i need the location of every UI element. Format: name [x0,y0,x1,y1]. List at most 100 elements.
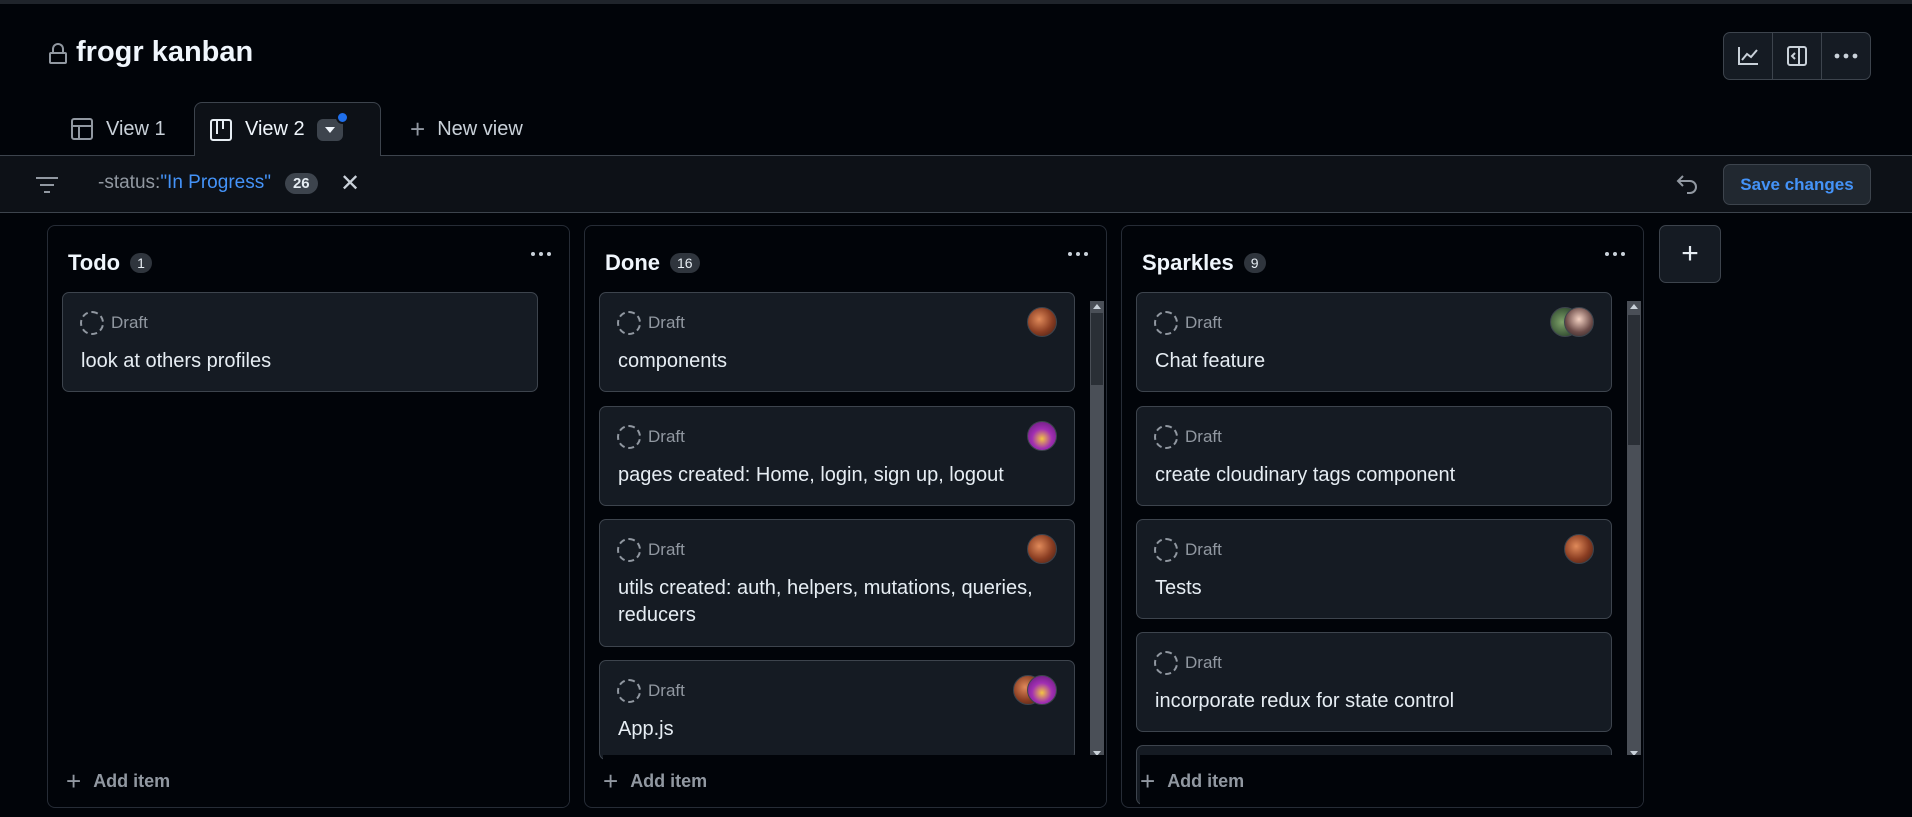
card-status: Draft [617,538,685,562]
board-card[interactable]: Draft incorporate redux for state contro… [1136,632,1612,732]
column-title: Sparkles [1142,250,1234,275]
column-header: Todo 1 [68,250,152,276]
table-icon [71,118,93,140]
lock-icon [48,42,68,64]
add-item-label: Add item [630,770,708,791]
column-scrollbar[interactable] [1090,301,1104,759]
assignee-avatar[interactable] [1564,534,1594,564]
tab-view-2[interactable]: View 2 [194,102,381,157]
card-title[interactable]: pages created: Home, login, sign up, log… [618,462,1058,489]
save-changes-button[interactable]: Save changes [1723,164,1871,205]
card-title[interactable]: App.js [618,716,1058,743]
draft-icon [1154,651,1178,675]
card-status: Draft [1154,651,1222,675]
toggle-sidepanel-button[interactable] [1773,33,1822,79]
board-column-sparkles: Sparkles 9 Draft Chat feature Draft crea… [1121,225,1644,808]
tab-label: New view [437,117,523,140]
card-status-label: Draft [1185,540,1222,559]
scroll-up-arrow-icon[interactable] [1630,304,1638,309]
card-status-label: Draft [1185,427,1222,446]
discard-changes-icon[interactable] [1675,172,1699,194]
draft-icon [617,425,641,449]
draft-icon [1154,311,1178,335]
insights-button[interactable] [1724,33,1773,79]
assignee-avatar[interactable] [1027,675,1057,705]
scrollbar-thumb[interactable] [1628,315,1640,445]
filter-prefix: -status: [98,172,161,193]
card-status-label: Draft [1185,313,1222,332]
card-title[interactable]: create cloudinary tags component [1155,462,1595,489]
tab-label: View 2 [245,118,305,140]
card-status-label: Draft [1185,653,1222,672]
chevron-down-icon [324,126,335,133]
card-status: Draft [617,679,685,703]
board-column-done: Done 16 Draft components Draft pages cre… [584,225,1107,808]
plus-icon: + [1140,766,1156,796]
filter-query-input[interactable]: -status: "In Progress" 26 [98,172,318,194]
add-item-button[interactable]: + Add item [66,755,569,807]
assignee-avatar[interactable] [1027,421,1057,451]
more-options-button[interactable] [1822,33,1870,79]
add-item-label: Add item [93,770,171,791]
column-count: 16 [670,253,700,273]
column-title: Todo [68,250,121,275]
filter-value: "In Progress" [160,172,271,193]
draft-icon [617,538,641,562]
card-title[interactable]: Chat feature [1155,348,1595,375]
board-card[interactable]: Draft pages created: Home, login, sign u… [599,406,1075,506]
draft-icon [80,311,104,335]
add-item-button[interactable]: + Add item [603,755,1106,807]
scroll-up-arrow-icon[interactable] [1093,304,1101,309]
tab-label: View 1 [106,117,166,140]
board-card[interactable]: Draft Tests [1136,519,1612,619]
clear-filter-icon[interactable]: ✕ [340,172,360,196]
plus-icon: + [603,766,619,796]
draft-icon [1154,425,1178,449]
card-status-label: Draft [648,313,685,332]
kebab-horizontal-icon [1834,53,1858,59]
card-title[interactable]: incorporate redux for state control [1155,688,1595,715]
assignee-avatar[interactable] [1027,534,1057,564]
card-status-label: Draft [111,313,148,332]
board-card[interactable]: Draft utils created: auth, helpers, muta… [599,519,1075,647]
tab-view-1[interactable]: View 1 [56,102,180,156]
filter-result-count: 26 [284,172,318,194]
card-status: Draft [617,425,685,449]
card-status: Draft [1154,538,1222,562]
board-card[interactable]: Draft create cloudinary tags component [1136,406,1612,506]
view-tabs: View 1 View 2 + New view [0,102,1912,157]
board-card[interactable]: Draft components [599,292,1075,392]
column-menu-icon[interactable] [531,252,551,256]
column-scrollbar[interactable] [1627,301,1641,759]
project-title-group: frogr kanban [48,36,253,69]
graph-icon [1738,47,1758,65]
card-title[interactable]: utils created: auth, helpers, mutations,… [618,575,1058,629]
board-icon [210,118,232,141]
column-header: Done 16 [605,250,700,276]
card-status: Draft [1154,425,1222,449]
add-item-button[interactable]: + Add item [1140,755,1643,807]
add-item-label: Add item [1167,770,1245,791]
filter-icon[interactable] [35,176,59,194]
column-menu-icon[interactable] [1605,252,1625,256]
board-card[interactable]: Draft Chat feature [1136,292,1612,392]
scrollbar-thumb[interactable] [1091,313,1103,385]
plus-icon: + [1681,237,1699,270]
add-column-button[interactable]: + [1659,225,1721,283]
card-status: Draft [80,311,148,335]
card-title[interactable]: components [618,348,1058,375]
new-view-button[interactable]: + New view [396,102,537,156]
board-card[interactable]: Draft look at others profiles [62,292,538,392]
draft-icon [617,679,641,703]
card-title[interactable]: look at others profiles [81,348,521,375]
card-title[interactable]: Tests [1155,575,1595,602]
header-button-group [1723,32,1871,80]
assignee-avatar[interactable] [1027,307,1057,337]
sidebar-panel-icon [1787,46,1807,66]
board-card[interactable]: Draft App.js [599,660,1075,760]
view-options-dropdown[interactable] [316,110,349,141]
column-menu-icon[interactable] [1068,252,1088,256]
plus-icon: + [410,114,426,144]
plus-icon: + [66,766,82,796]
assignee-avatar[interactable] [1564,307,1594,337]
